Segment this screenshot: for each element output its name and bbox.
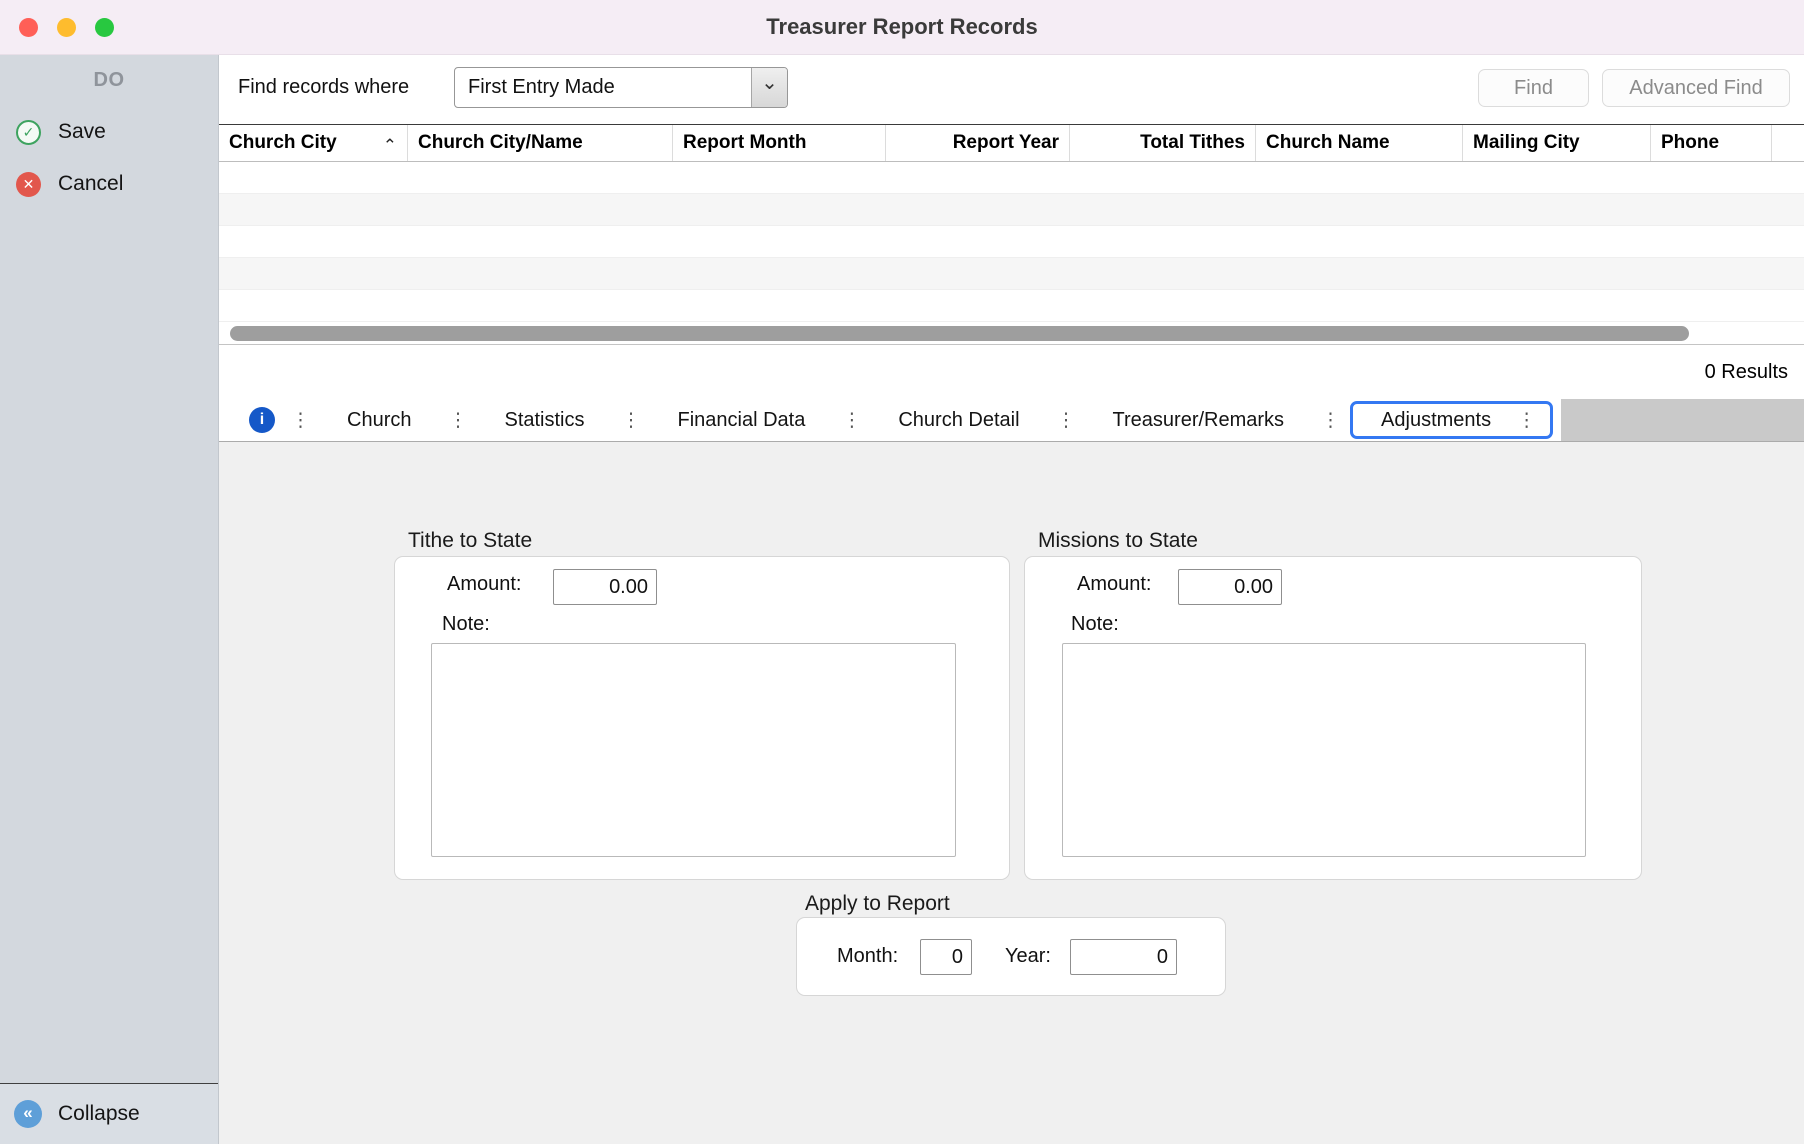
column-header-mailing-city[interactable]: Mailing City bbox=[1463, 125, 1651, 161]
column-header-report-year[interactable]: Report Year bbox=[886, 125, 1070, 161]
tithe-note-label: Note: bbox=[442, 613, 490, 636]
apply-year-label: Year: bbox=[1005, 945, 1051, 968]
save-label: Save bbox=[58, 120, 106, 144]
column-header-church-city-name[interactable]: Church City/Name bbox=[408, 125, 673, 161]
tab-menu-dots-icon[interactable]: ⋮ bbox=[1055, 411, 1078, 430]
column-header-label: Church City bbox=[229, 132, 337, 154]
minimize-window-button[interactable] bbox=[57, 18, 76, 37]
results-count: 0 Results bbox=[1705, 361, 1788, 384]
window-title: Treasurer Report Records bbox=[766, 14, 1037, 40]
apply-year-input[interactable] bbox=[1070, 939, 1177, 975]
table-row bbox=[219, 194, 1804, 226]
table-header: Church City ⌃ Church City/Name Report Mo… bbox=[219, 124, 1804, 162]
traffic-lights bbox=[19, 18, 114, 37]
apply-month-label: Month: bbox=[837, 945, 898, 968]
column-header-church-name[interactable]: Church Name bbox=[1256, 125, 1463, 161]
find-records-where-label: Find records where bbox=[238, 76, 409, 99]
zoom-window-button[interactable] bbox=[95, 18, 114, 37]
tithe-note-textarea[interactable] bbox=[431, 643, 956, 857]
tab-church[interactable]: Church bbox=[312, 409, 446, 432]
tab-menu-dots-icon[interactable]: ⋮ bbox=[840, 411, 863, 430]
column-header-label: Church Name bbox=[1266, 132, 1390, 154]
find-field-dropdown-value: First Entry Made bbox=[455, 76, 751, 99]
tab-church-detail[interactable]: Church Detail bbox=[863, 409, 1054, 432]
sidebar-footer: « Collapse bbox=[0, 1083, 218, 1144]
window-titlebar: Treasurer Report Records bbox=[0, 0, 1804, 55]
column-header-report-month[interactable]: Report Month bbox=[673, 125, 886, 161]
tab-adjustments-label: Adjustments bbox=[1381, 409, 1491, 432]
tab-treasurer-remarks[interactable]: Treasurer/Remarks bbox=[1078, 409, 1320, 432]
tab-menu-dots-icon[interactable]: ⋮ bbox=[1515, 411, 1538, 430]
table-row bbox=[219, 290, 1804, 322]
table-row bbox=[219, 258, 1804, 290]
tab-menu-dots-icon[interactable]: ⋮ bbox=[1319, 411, 1342, 430]
collapse-label: Collapse bbox=[58, 1102, 140, 1126]
chevron-down-icon[interactable]: ⌄ bbox=[751, 68, 787, 107]
column-header-label: Report Year bbox=[953, 132, 1059, 154]
column-header-label: Total Tithes bbox=[1140, 132, 1245, 154]
tab-menu-dots-icon[interactable]: ⋮ bbox=[289, 411, 312, 430]
find-field-dropdown[interactable]: First Entry Made ⌄ bbox=[454, 67, 788, 108]
results-bar: 0 Results bbox=[219, 346, 1804, 399]
save-button[interactable]: ✓ Save bbox=[16, 114, 106, 150]
missions-amount-label: Amount: bbox=[1077, 573, 1151, 596]
tithe-amount-input[interactable] bbox=[553, 569, 657, 605]
sort-ascending-icon: ⌃ bbox=[383, 136, 397, 156]
tithe-amount-label: Amount: bbox=[447, 573, 521, 596]
adjustments-panel: Tithe to State Amount: Note: Missions to… bbox=[219, 442, 1804, 1144]
close-window-button[interactable] bbox=[19, 18, 38, 37]
tithe-to-state-title: Tithe to State bbox=[408, 529, 532, 553]
column-header-phone[interactable]: Phone bbox=[1651, 125, 1772, 161]
cancel-label: Cancel bbox=[58, 172, 123, 196]
sidebar-header: DO bbox=[0, 69, 218, 92]
cancel-x-icon: ✕ bbox=[16, 172, 41, 197]
tab-adjustments[interactable]: Adjustments ⋮ bbox=[1350, 401, 1553, 439]
cancel-button[interactable]: ✕ Cancel bbox=[16, 166, 123, 202]
collapse-chevrons-icon: « bbox=[14, 1100, 42, 1128]
apply-month-input[interactable] bbox=[920, 939, 972, 975]
save-check-icon: ✓ bbox=[16, 120, 41, 145]
table-body bbox=[219, 162, 1804, 322]
table-row bbox=[219, 162, 1804, 194]
column-header-label: Church City/Name bbox=[418, 132, 583, 154]
column-header-church-city[interactable]: Church City ⌃ bbox=[219, 125, 408, 161]
chevron-glyph: ⌄ bbox=[761, 70, 778, 95]
column-header-label: Phone bbox=[1661, 132, 1719, 154]
tab-menu-dots-icon[interactable]: ⋮ bbox=[446, 411, 469, 430]
missions-to-state-group: Amount: Note: bbox=[1024, 556, 1642, 880]
apply-to-report-title: Apply to Report bbox=[805, 892, 950, 916]
find-button[interactable]: Find bbox=[1478, 69, 1589, 107]
tab-bar-inner: i ⋮ Church ⋮ Statistics ⋮ Financial Data… bbox=[219, 399, 1561, 441]
missions-note-textarea[interactable] bbox=[1062, 643, 1586, 857]
sidebar: DO ✓ Save ✕ Cancel « Collapse bbox=[0, 55, 219, 1144]
table-row bbox=[219, 226, 1804, 258]
tab-financial-data[interactable]: Financial Data bbox=[643, 409, 841, 432]
apply-to-report-group: Month: Year: bbox=[796, 917, 1226, 996]
column-header-spacer bbox=[1772, 125, 1804, 161]
info-icon[interactable]: i bbox=[249, 407, 275, 433]
column-header-label: Mailing City bbox=[1473, 132, 1580, 154]
tab-statistics[interactable]: Statistics bbox=[469, 409, 619, 432]
tab-menu-dots-icon[interactable]: ⋮ bbox=[620, 411, 643, 430]
collapse-button[interactable]: « Collapse bbox=[14, 1100, 140, 1128]
horizontal-scrollbar bbox=[219, 322, 1804, 345]
column-header-label: Report Month bbox=[683, 132, 806, 154]
advanced-find-button[interactable]: Advanced Find bbox=[1602, 69, 1790, 107]
missions-amount-input[interactable] bbox=[1178, 569, 1282, 605]
missions-note-label: Note: bbox=[1071, 613, 1119, 636]
tab-bar: i ⋮ Church ⋮ Statistics ⋮ Financial Data… bbox=[219, 399, 1804, 442]
missions-to-state-title: Missions to State bbox=[1038, 529, 1198, 553]
tithe-to-state-group: Amount: Note: bbox=[394, 556, 1010, 880]
column-header-total-tithes[interactable]: Total Tithes bbox=[1070, 125, 1256, 161]
info-glyph: i bbox=[260, 411, 264, 429]
horizontal-scrollbar-thumb[interactable] bbox=[230, 326, 1689, 341]
